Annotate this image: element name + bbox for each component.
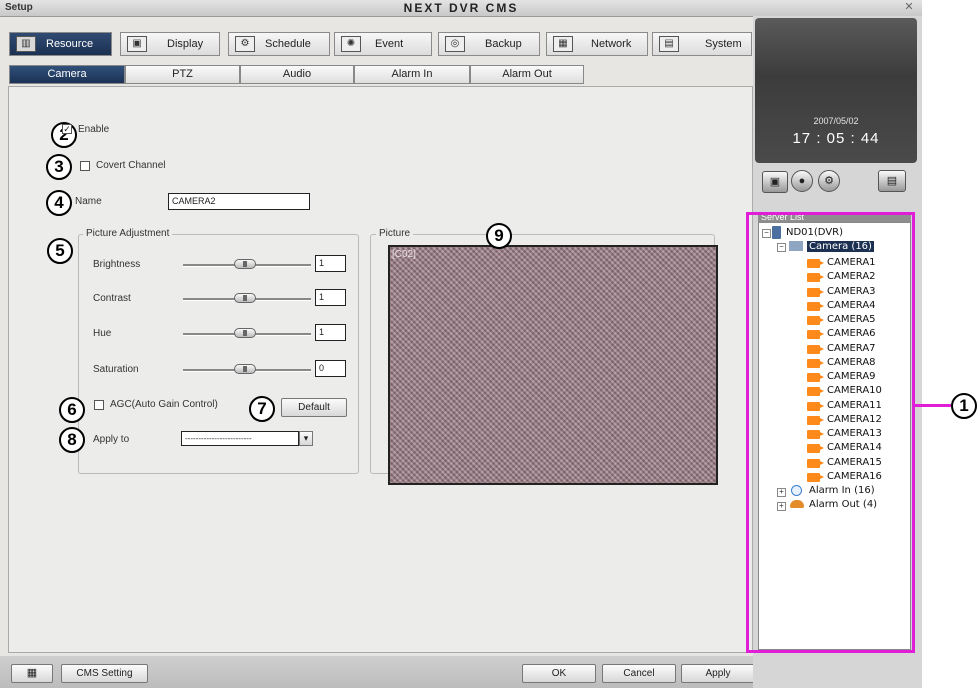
brightness-slider-thumb[interactable] (234, 259, 256, 269)
backup-icon: ◎ (445, 36, 465, 52)
title-bar: Setup NEXT DVR CMS ✕ (0, 0, 922, 17)
saturation-value[interactable]: 0 (315, 360, 346, 377)
enable-label: Enable (78, 124, 110, 135)
tab-resource[interactable]: ▥ Resource (9, 32, 112, 56)
schedule-icon: ⚙ (235, 36, 255, 52)
apply-button[interactable]: Apply (681, 664, 755, 683)
saturation-slider-thumb[interactable] (234, 364, 256, 374)
tab-network[interactable]: ▦ Network (546, 32, 648, 56)
record-icon[interactable]: ● (791, 170, 813, 192)
display-icon: ▣ (127, 36, 147, 52)
callout-box-server-list (746, 212, 915, 653)
close-icon[interactable]: ✕ (902, 1, 916, 13)
default-button[interactable]: Default (281, 398, 347, 417)
name-label: Name (75, 196, 102, 207)
callout-marker-4: 4 (46, 190, 72, 216)
dropdown-arrow-icon[interactable]: ▾ (299, 431, 313, 446)
monitor-icon[interactable]: ▣ (762, 171, 788, 193)
brightness-label: Brightness (93, 259, 141, 270)
cms-setting-button[interactable]: CMS Setting (61, 664, 148, 683)
contrast-slider-thumb[interactable] (234, 293, 256, 303)
layout-menu-icon[interactable]: ▤ (878, 170, 906, 192)
tab-label: Network (591, 38, 632, 50)
subtab-alarm-out[interactable]: Alarm Out (470, 65, 584, 84)
contrast-value[interactable]: 1 (315, 289, 346, 306)
callout-marker-8: 8 (59, 427, 85, 453)
clock-time: 17 : 05 : 44 (792, 130, 880, 147)
apply-to-label: Apply to (93, 434, 130, 445)
agc-label: AGC(Auto Gain Control) (110, 399, 218, 410)
tab-label: Event (375, 38, 404, 50)
settings-dial-icon[interactable]: ⚙ (818, 170, 840, 192)
callout-marker-7: 7 (249, 396, 275, 422)
contrast-label: Contrast (93, 293, 131, 304)
tab-label: Schedule (265, 38, 311, 50)
ok-button[interactable]: OK (522, 664, 596, 683)
subtab-audio[interactable]: Audio (240, 65, 354, 84)
cancel-button[interactable]: Cancel (602, 664, 676, 683)
saturation-label: Saturation (93, 364, 139, 375)
camera-preview-label: [C02] (392, 249, 416, 260)
covert-channel-checkbox[interactable] (80, 161, 90, 171)
hue-value[interactable]: 1 (315, 324, 346, 341)
clock-date: 2007/05/02 (813, 116, 859, 126)
tab-label: System (705, 38, 742, 50)
tab-system[interactable]: ▤ System (652, 32, 752, 56)
name-input[interactable]: CAMERA2 (168, 193, 310, 210)
tab-label: Display (167, 38, 204, 50)
hue-label: Hue (93, 328, 112, 339)
subtab-camera[interactable]: Camera (9, 65, 125, 84)
system-icon: ▤ (659, 36, 679, 52)
callout-marker-9: 9 (486, 223, 512, 249)
tab-event[interactable]: ✺ Event (334, 32, 432, 56)
enable-checkbox[interactable]: ✓ (62, 124, 72, 134)
tab-display[interactable]: ▣ Display (120, 32, 220, 56)
resource-icon: ▥ (16, 36, 36, 52)
subtab-ptz[interactable]: PTZ (125, 65, 240, 84)
network-icon: ▦ (553, 36, 573, 52)
callout-marker-1: 1 (951, 393, 977, 419)
tab-backup[interactable]: ◎ Backup (438, 32, 540, 56)
callout-marker-5: 5 (47, 238, 73, 264)
tab-schedule[interactable]: ⚙ Schedule (228, 32, 330, 56)
tab-label: Resource (46, 38, 94, 50)
agc-checkbox[interactable] (94, 400, 104, 410)
camera-preview: [C02] (388, 245, 718, 485)
app-title: NEXT DVR CMS (403, 1, 519, 15)
picture-title: Picture (376, 228, 414, 239)
picture-adjustment-title: Picture Adjustment (83, 228, 173, 239)
hue-slider-thumb[interactable] (234, 328, 256, 338)
brightness-value[interactable]: 1 (315, 255, 346, 272)
keyboard-icon[interactable]: ▦ (11, 664, 53, 683)
callout-marker-6: 6 (59, 397, 85, 423)
tab-label: Backup (485, 38, 522, 50)
subtab-alarm-in[interactable]: Alarm In (354, 65, 470, 84)
callout-leader-line (915, 404, 951, 407)
apply-to-select[interactable]: ------------------------- (181, 431, 299, 446)
covert-channel-label: Covert Channel (96, 160, 166, 171)
event-icon: ✺ (341, 36, 361, 52)
callout-marker-3: 3 (46, 154, 72, 180)
